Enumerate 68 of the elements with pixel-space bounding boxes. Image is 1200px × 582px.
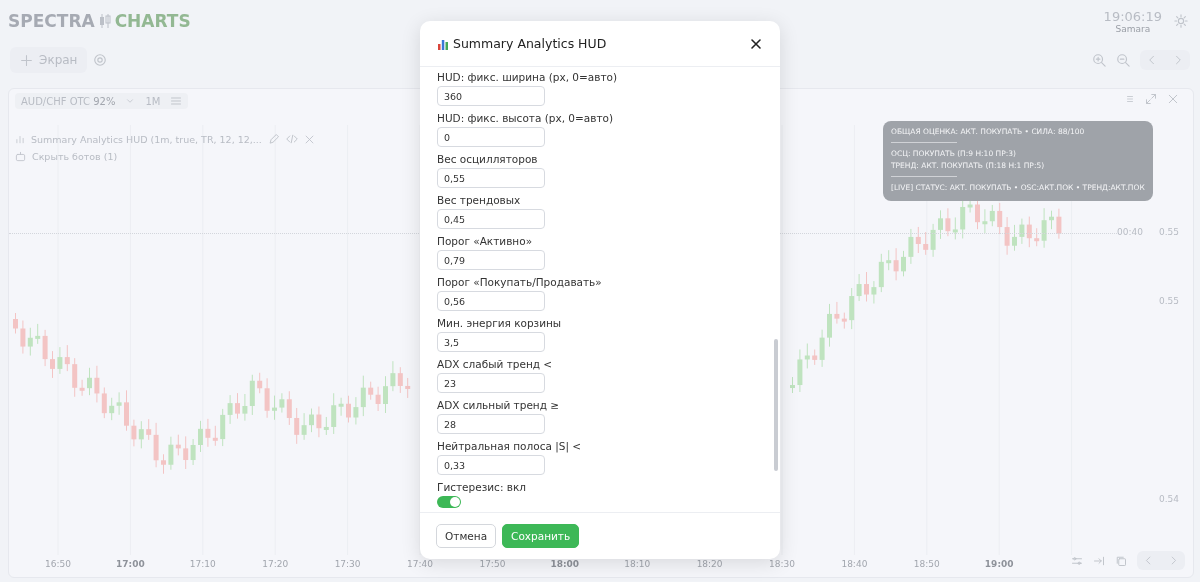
indicator-label: Summary Analytics HUD (1m, true, TR, 12, 12,... (31, 133, 262, 145)
jump-to-end-icon[interactable] (1093, 554, 1105, 567)
number-field[interactable]: 28 (437, 414, 545, 434)
time-label: 17:00 (115, 559, 146, 569)
plus-icon (20, 53, 33, 67)
field-label: Вес осцилляторов (437, 153, 539, 165)
expand-icon[interactable] (1145, 93, 1157, 105)
number-field[interactable]: 0,56 (437, 291, 545, 311)
copy-icon[interactable] (1115, 554, 1127, 567)
number-field[interactable]: 0,55 (437, 168, 545, 188)
field-label: ADX сильный тренд ≥ (437, 399, 561, 411)
field-label: ADX слабый тренд < (437, 358, 554, 370)
number-field[interactable]: 0 (437, 127, 545, 147)
field-label: Вес трендовых (437, 194, 522, 206)
menu-icon[interactable] (170, 95, 183, 107)
clock-time: 19:06:19 (1103, 8, 1162, 24)
pencil-icon[interactable] (267, 133, 280, 145)
field-label: Гистерезис: вкл (437, 481, 527, 493)
robot-icon (15, 151, 26, 162)
scrollbar-thumb[interactable] (774, 339, 778, 471)
time-label: 17:20 (261, 559, 290, 569)
number-field[interactable]: 3,5 (437, 332, 545, 352)
logo-text: SPECTRA (8, 11, 95, 31)
time-label: 17:40 (406, 559, 434, 569)
field-label: HUD: фикс. высота (px, 0=авто) (437, 112, 615, 124)
cancel-button[interactable]: Отмена (436, 524, 497, 548)
clock-city: Samara (1115, 23, 1151, 34)
field-label: HUD: фикс. ширина (px, 0=авто) (437, 71, 619, 83)
time-label: 17:10 (188, 559, 217, 569)
chevron-down-icon[interactable] (125, 96, 136, 106)
zoom-out-icon[interactable] (1116, 53, 1130, 67)
dialog-title: Summary Analytics HUD (453, 36, 607, 51)
time-label: 17:50 (478, 559, 507, 569)
list-icon[interactable] (1125, 94, 1135, 104)
toggle-switch[interactable] (437, 496, 461, 508)
number-field[interactable]: 0,45 (437, 209, 545, 229)
code-icon[interactable] (285, 133, 298, 145)
field-label: Нейтральная полоса |S| < (437, 440, 583, 452)
candles-icon (98, 13, 111, 29)
zoom-in-icon[interactable] (1092, 53, 1106, 67)
time-label: 16:50 (44, 559, 72, 569)
number-field[interactable]: 0,79 (437, 250, 545, 270)
settings-icon[interactable] (93, 53, 108, 67)
number-field[interactable]: 0,33 (437, 455, 545, 475)
time-label: 17:30 (333, 559, 362, 569)
time-label: 18:40 (840, 559, 869, 569)
time-label: 18:00 (549, 559, 581, 569)
price-label: 0.54 (1159, 494, 1180, 504)
field-label: Мин. энергия корзины (437, 317, 563, 329)
field-label: Порог «Активно» (437, 235, 534, 247)
sun-icon[interactable] (1174, 14, 1188, 28)
time-label: 18:20 (695, 559, 724, 569)
number-field[interactable]: 360 (437, 86, 545, 106)
close-icon[interactable] (303, 133, 315, 145)
close-icon[interactable] (1167, 93, 1179, 105)
bar-chart-icon (437, 37, 449, 50)
price-label: 0.55 (1159, 227, 1180, 237)
price-label: 0.55 (1159, 296, 1180, 306)
sliders-icon[interactable] (1071, 554, 1083, 567)
time-label: 18:30 (768, 559, 796, 569)
countdown-label: 00:40 (1117, 227, 1143, 237)
bar-chart-icon (15, 134, 25, 144)
field-label: Порог «Покупать/Продавать» (437, 276, 603, 288)
number-field[interactable]: 23 (437, 373, 545, 393)
time-label: 18:10 (623, 559, 652, 569)
time-label: 19:00 (983, 559, 1015, 569)
time-label: 18:50 (912, 559, 941, 569)
logo-text: CHARTS (114, 11, 191, 31)
